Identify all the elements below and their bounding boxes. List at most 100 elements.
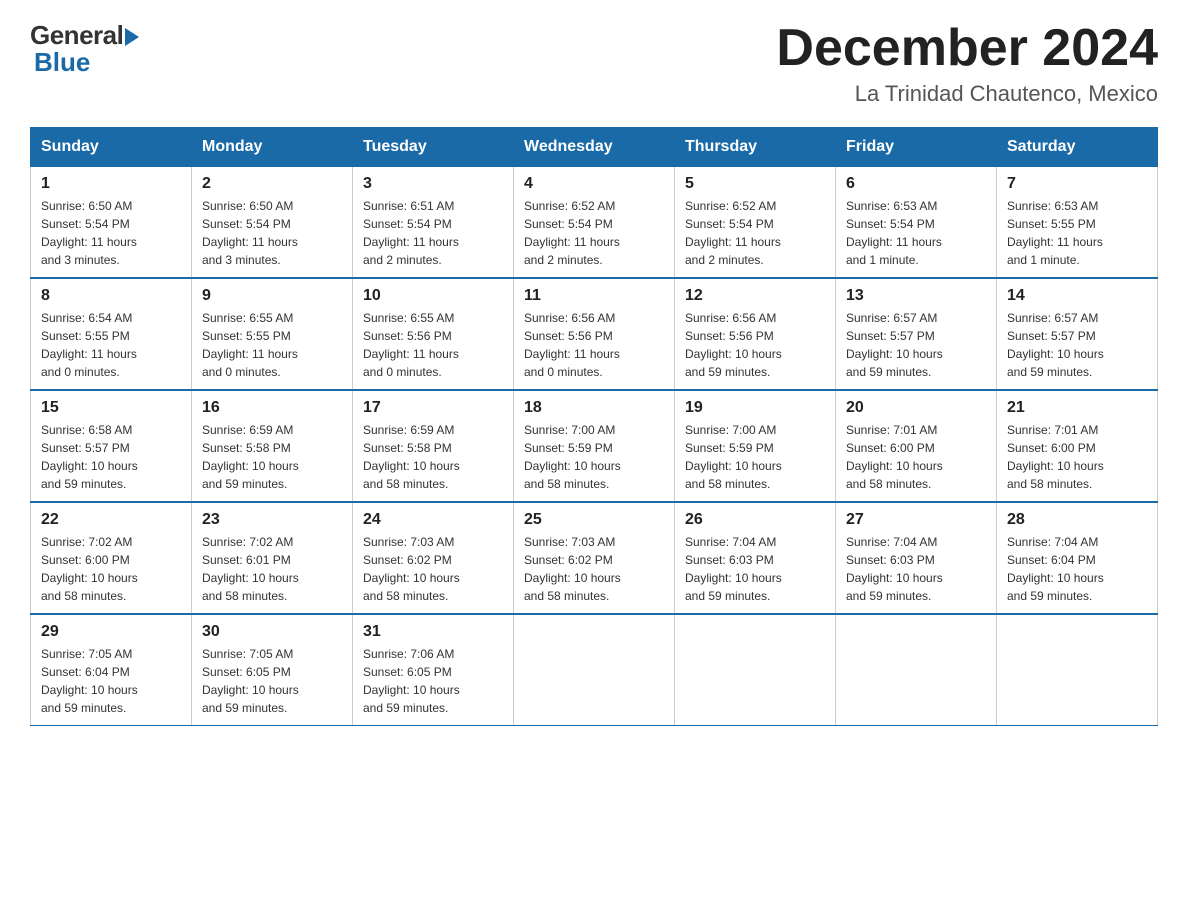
calendar-day-cell bbox=[997, 614, 1158, 726]
day-info: Sunrise: 6:59 AMSunset: 5:58 PMDaylight:… bbox=[363, 421, 503, 493]
day-number: 15 bbox=[41, 399, 181, 417]
day-info: Sunrise: 7:05 AMSunset: 6:04 PMDaylight:… bbox=[41, 645, 181, 717]
day-info: Sunrise: 7:02 AMSunset: 6:00 PMDaylight:… bbox=[41, 533, 181, 605]
calendar-day-cell: 29 Sunrise: 7:05 AMSunset: 6:04 PMDayligh… bbox=[31, 614, 192, 726]
day-info: Sunrise: 6:54 AMSunset: 5:55 PMDaylight:… bbox=[41, 309, 181, 381]
calendar-day-cell: 8Sunrise: 6:54 AMSunset: 5:55 PMDaylight… bbox=[31, 278, 192, 390]
calendar-day-cell: 5Sunrise: 6:52 AMSunset: 5:54 PMDaylight… bbox=[675, 167, 836, 279]
day-info: Sunrise: 7:04 AMSunset: 6:03 PMDaylight:… bbox=[846, 533, 986, 605]
calendar-day-cell: 13Sunrise: 6:57 AMSunset: 5:57 PMDayligh… bbox=[836, 278, 997, 390]
day-number: 12 bbox=[685, 287, 825, 305]
day-info: Sunrise: 6:55 AMSunset: 5:55 PMDaylight:… bbox=[202, 309, 342, 381]
calendar-day-cell: 22 Sunrise: 7:02 AMSunset: 6:00 PMDayligh… bbox=[31, 502, 192, 614]
logo-triangle-icon bbox=[125, 28, 139, 46]
day-number: 20 bbox=[846, 399, 986, 417]
day-number: 31 bbox=[363, 623, 503, 641]
title-section: December 2024 La Trinidad Chautenco, Mex… bbox=[776, 20, 1158, 107]
calendar-day-cell: 14Sunrise: 6:57 AMSunset: 5:57 PMDayligh… bbox=[997, 278, 1158, 390]
calendar-day-cell: 18Sunrise: 7:00 AMSunset: 5:59 PMDayligh… bbox=[514, 390, 675, 502]
day-info: Sunrise: 7:05 AMSunset: 6:05 PMDaylight:… bbox=[202, 645, 342, 717]
calendar-day-cell: 7 Sunrise: 6:53 AMSunset: 5:55 PMDaylight… bbox=[997, 167, 1158, 279]
calendar-day-cell: 30 Sunrise: 7:05 AMSunset: 6:05 PMDayligh… bbox=[192, 614, 353, 726]
day-info: Sunrise: 7:04 AMSunset: 6:03 PMDaylight:… bbox=[685, 533, 825, 605]
calendar-day-cell: 27 Sunrise: 7:04 AMSunset: 6:03 PMDayligh… bbox=[836, 502, 997, 614]
day-info: Sunrise: 6:53 AMSunset: 5:55 PMDaylight:… bbox=[1007, 197, 1147, 269]
calendar-day-cell: 11 Sunrise: 6:56 AMSunset: 5:56 PMDayligh… bbox=[514, 278, 675, 390]
calendar-day-header: Friday bbox=[836, 128, 997, 167]
calendar-day-cell: 6 Sunrise: 6:53 AMSunset: 5:54 PMDaylight… bbox=[836, 167, 997, 279]
calendar-day-cell: 17Sunrise: 6:59 AMSunset: 5:58 PMDayligh… bbox=[353, 390, 514, 502]
calendar-day-cell: 12 Sunrise: 6:56 AMSunset: 5:56 PMDayligh… bbox=[675, 278, 836, 390]
calendar-day-cell: 19Sunrise: 7:00 AMSunset: 5:59 PMDayligh… bbox=[675, 390, 836, 502]
calendar-header-row: SundayMondayTuesdayWednesdayThursdayFrid… bbox=[31, 128, 1158, 167]
calendar-table: SundayMondayTuesdayWednesdayThursdayFrid… bbox=[30, 127, 1158, 726]
day-number: 9 bbox=[202, 287, 342, 305]
day-info: Sunrise: 7:01 AMSunset: 6:00 PMDaylight:… bbox=[1007, 421, 1147, 493]
calendar-week-row: 1 Sunrise: 6:50 AMSunset: 5:54 PMDaylight… bbox=[31, 167, 1158, 279]
calendar-day-header: Monday bbox=[192, 128, 353, 167]
logo: General Blue bbox=[30, 20, 139, 78]
calendar-day-cell: 2 Sunrise: 6:50 AMSunset: 5:54 PMDaylight… bbox=[192, 167, 353, 279]
day-number: 7 bbox=[1007, 175, 1147, 193]
day-info: Sunrise: 6:59 AMSunset: 5:58 PMDaylight:… bbox=[202, 421, 342, 493]
calendar-day-cell: 21 Sunrise: 7:01 AMSunset: 6:00 PMDayligh… bbox=[997, 390, 1158, 502]
day-info: Sunrise: 7:01 AMSunset: 6:00 PMDaylight:… bbox=[846, 421, 986, 493]
calendar-day-header: Wednesday bbox=[514, 128, 675, 167]
day-info: Sunrise: 7:04 AMSunset: 6:04 PMDaylight:… bbox=[1007, 533, 1147, 605]
day-info: Sunrise: 7:02 AMSunset: 6:01 PMDaylight:… bbox=[202, 533, 342, 605]
calendar-day-cell: 15Sunrise: 6:58 AMSunset: 5:57 PMDayligh… bbox=[31, 390, 192, 502]
day-info: Sunrise: 6:57 AMSunset: 5:57 PMDaylight:… bbox=[1007, 309, 1147, 381]
day-number: 2 bbox=[202, 175, 342, 193]
calendar-day-cell bbox=[675, 614, 836, 726]
calendar-week-row: 22 Sunrise: 7:02 AMSunset: 6:00 PMDayligh… bbox=[31, 502, 1158, 614]
day-number: 3 bbox=[363, 175, 503, 193]
logo-blue-text: Blue bbox=[34, 47, 90, 78]
day-number: 29 bbox=[41, 623, 181, 641]
calendar-day-cell: 24 Sunrise: 7:03 AMSunset: 6:02 PMDayligh… bbox=[353, 502, 514, 614]
calendar-week-row: 29 Sunrise: 7:05 AMSunset: 6:04 PMDayligh… bbox=[31, 614, 1158, 726]
calendar-day-cell: 1 Sunrise: 6:50 AMSunset: 5:54 PMDaylight… bbox=[31, 167, 192, 279]
day-info: Sunrise: 6:52 AMSunset: 5:54 PMDaylight:… bbox=[524, 197, 664, 269]
day-info: Sunrise: 7:00 AMSunset: 5:59 PMDaylight:… bbox=[524, 421, 664, 493]
day-number: 25 bbox=[524, 511, 664, 529]
day-info: Sunrise: 7:03 AMSunset: 6:02 PMDaylight:… bbox=[524, 533, 664, 605]
day-info: Sunrise: 6:53 AMSunset: 5:54 PMDaylight:… bbox=[846, 197, 986, 269]
calendar-day-cell: 28Sunrise: 7:04 AMSunset: 6:04 PMDayligh… bbox=[997, 502, 1158, 614]
day-number: 30 bbox=[202, 623, 342, 641]
day-number: 6 bbox=[846, 175, 986, 193]
calendar-day-cell: 16 Sunrise: 6:59 AMSunset: 5:58 PMDayligh… bbox=[192, 390, 353, 502]
day-info: Sunrise: 6:51 AMSunset: 5:54 PMDaylight:… bbox=[363, 197, 503, 269]
day-number: 10 bbox=[363, 287, 503, 305]
month-title: December 2024 bbox=[776, 20, 1158, 77]
day-info: Sunrise: 6:50 AMSunset: 5:54 PMDaylight:… bbox=[41, 197, 181, 269]
day-number: 11 bbox=[524, 287, 664, 305]
day-info: Sunrise: 6:56 AMSunset: 5:56 PMDaylight:… bbox=[524, 309, 664, 381]
day-number: 16 bbox=[202, 399, 342, 417]
day-info: Sunrise: 7:03 AMSunset: 6:02 PMDaylight:… bbox=[363, 533, 503, 605]
day-info: Sunrise: 6:56 AMSunset: 5:56 PMDaylight:… bbox=[685, 309, 825, 381]
day-info: Sunrise: 6:52 AMSunset: 5:54 PMDaylight:… bbox=[685, 197, 825, 269]
day-number: 4 bbox=[524, 175, 664, 193]
calendar-day-cell bbox=[514, 614, 675, 726]
day-number: 26 bbox=[685, 511, 825, 529]
day-number: 24 bbox=[363, 511, 503, 529]
day-number: 13 bbox=[846, 287, 986, 305]
day-number: 19 bbox=[685, 399, 825, 417]
calendar-day-cell: 25 Sunrise: 7:03 AMSunset: 6:02 PMDayligh… bbox=[514, 502, 675, 614]
day-info: Sunrise: 7:06 AMSunset: 6:05 PMDaylight:… bbox=[363, 645, 503, 717]
calendar-day-cell: 10Sunrise: 6:55 AMSunset: 5:56 PMDayligh… bbox=[353, 278, 514, 390]
day-info: Sunrise: 6:50 AMSunset: 5:54 PMDaylight:… bbox=[202, 197, 342, 269]
day-number: 21 bbox=[1007, 399, 1147, 417]
calendar-day-cell: 23Sunrise: 7:02 AMSunset: 6:01 PMDayligh… bbox=[192, 502, 353, 614]
calendar-day-cell: 4 Sunrise: 6:52 AMSunset: 5:54 PMDaylight… bbox=[514, 167, 675, 279]
calendar-day-cell bbox=[836, 614, 997, 726]
location-title: La Trinidad Chautenco, Mexico bbox=[776, 81, 1158, 107]
day-number: 22 bbox=[41, 511, 181, 529]
page-header: General Blue December 2024 La Trinidad C… bbox=[30, 20, 1158, 107]
calendar-day-header: Tuesday bbox=[353, 128, 514, 167]
calendar-day-cell: 3 Sunrise: 6:51 AMSunset: 5:54 PMDaylight… bbox=[353, 167, 514, 279]
calendar-day-cell: 20 Sunrise: 7:01 AMSunset: 6:00 PMDayligh… bbox=[836, 390, 997, 502]
calendar-week-row: 8Sunrise: 6:54 AMSunset: 5:55 PMDaylight… bbox=[31, 278, 1158, 390]
day-number: 27 bbox=[846, 511, 986, 529]
day-number: 1 bbox=[41, 175, 181, 193]
